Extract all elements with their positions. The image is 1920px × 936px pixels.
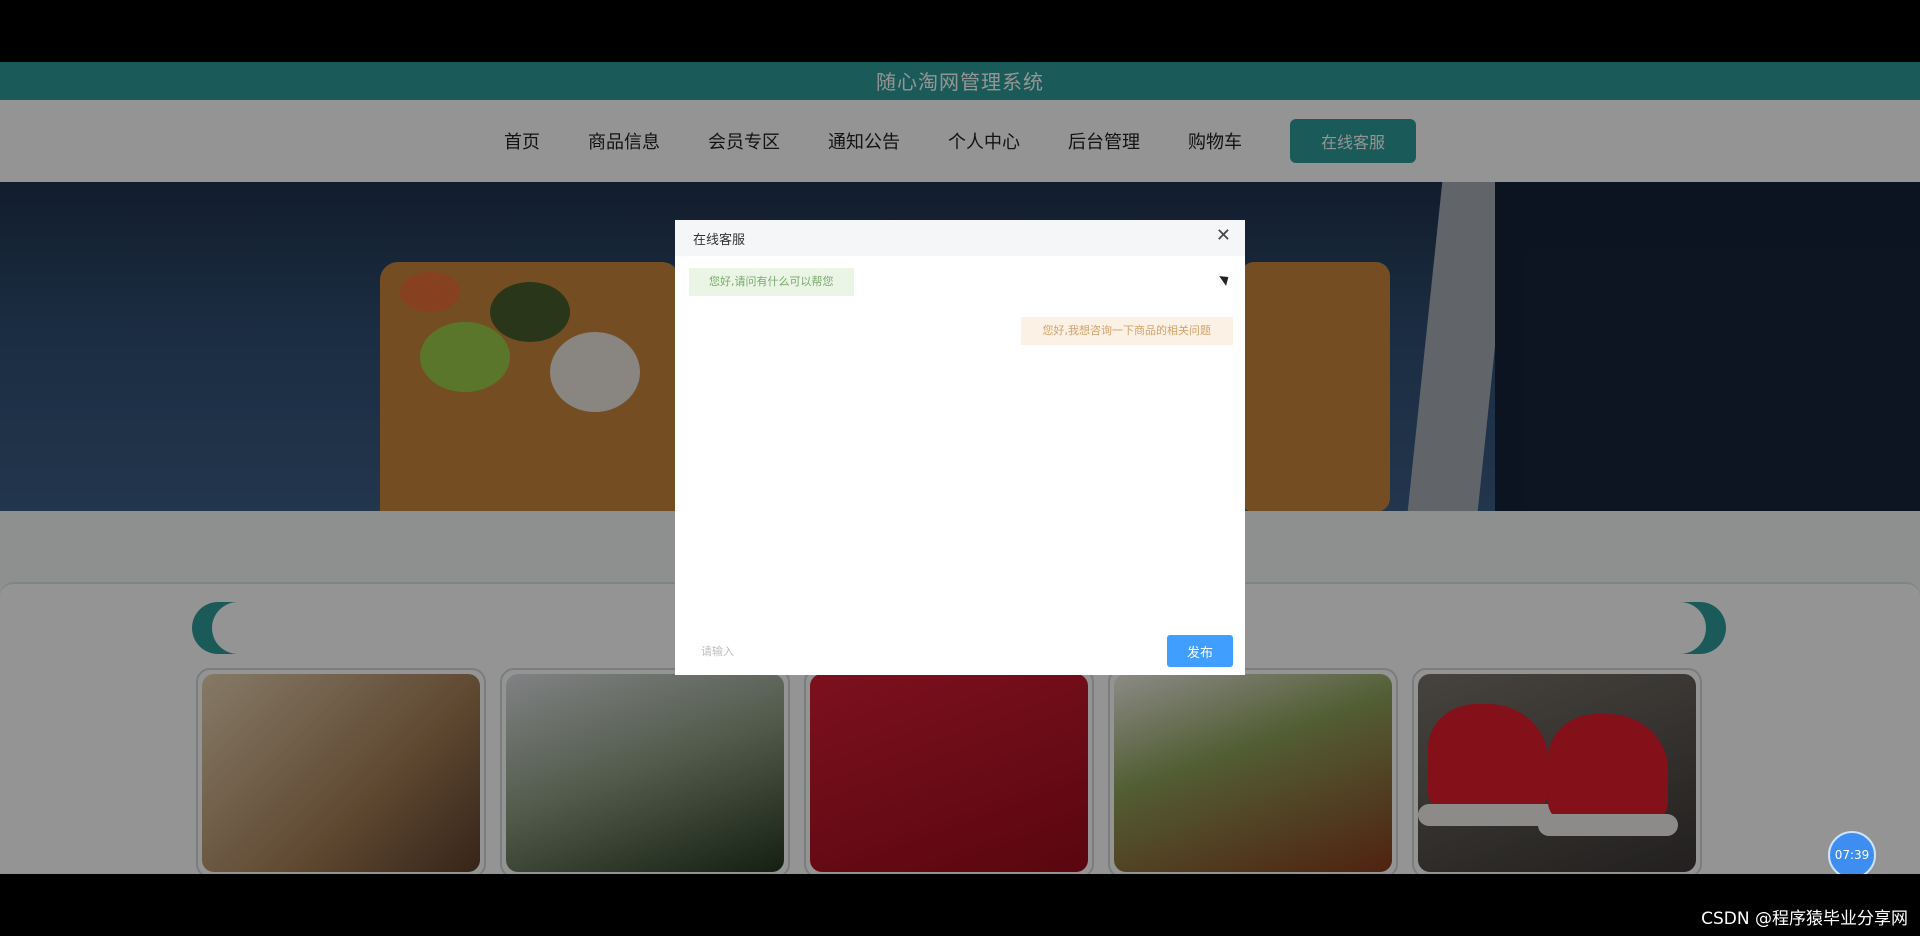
mouse-cursor-icon — [1219, 272, 1232, 286]
chat-message-received: 您好,请问有什么可以帮您 — [689, 268, 854, 296]
online-service-dialog: 在线客服 ✕ 您好,请问有什么可以帮您 您好,我想咨询一下商品的相关问题 发布 — [675, 220, 1245, 675]
dialog-title: 在线客服 — [693, 233, 746, 248]
browser-viewport: 随心淘网管理系统 首页 商品信息 会员专区 通知公告 个人中心 后台管理 购物车… — [0, 62, 1920, 874]
publish-button[interactable]: 发布 — [1167, 635, 1233, 667]
close-icon[interactable]: ✕ — [1216, 227, 1231, 245]
clock-badge[interactable]: 07:39 — [1828, 831, 1876, 874]
watermark-text: CSDN @程序猿毕业分享网 — [1701, 909, 1908, 929]
dialog-header: 在线客服 ✕ — [675, 220, 1245, 256]
chat-message-sent: 您好,我想咨询一下商品的相关问题 — [1020, 317, 1233, 345]
chat-input[interactable] — [689, 637, 1109, 667]
